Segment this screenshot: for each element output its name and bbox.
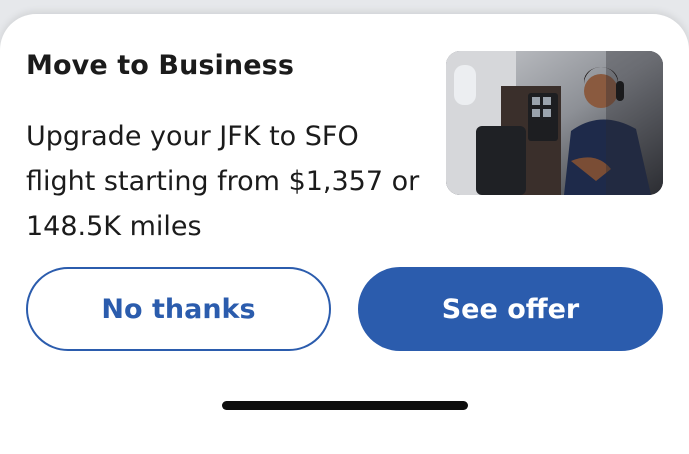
home-indicator[interactable] xyxy=(222,401,468,410)
upgrade-offer-sheet: Move to Business Upgrade your JFK to SFO… xyxy=(0,14,689,454)
offer-title: Move to Business xyxy=(26,50,294,81)
offer-description-line: flight starting from $1,357 or xyxy=(26,166,420,197)
offer-description-line: 148.5K miles xyxy=(26,211,202,242)
business-class-photo xyxy=(446,51,663,195)
no-thanks-button[interactable]: No thanks xyxy=(26,267,331,351)
see-offer-button[interactable]: See offer xyxy=(358,267,663,351)
no-thanks-button-label: No thanks xyxy=(101,293,256,325)
offer-description-line: Upgrade your JFK to SFO xyxy=(26,121,359,152)
offer-description: Upgrade your JFK to SFO flight starting … xyxy=(26,114,431,249)
see-offer-button-label: See offer xyxy=(441,293,580,325)
